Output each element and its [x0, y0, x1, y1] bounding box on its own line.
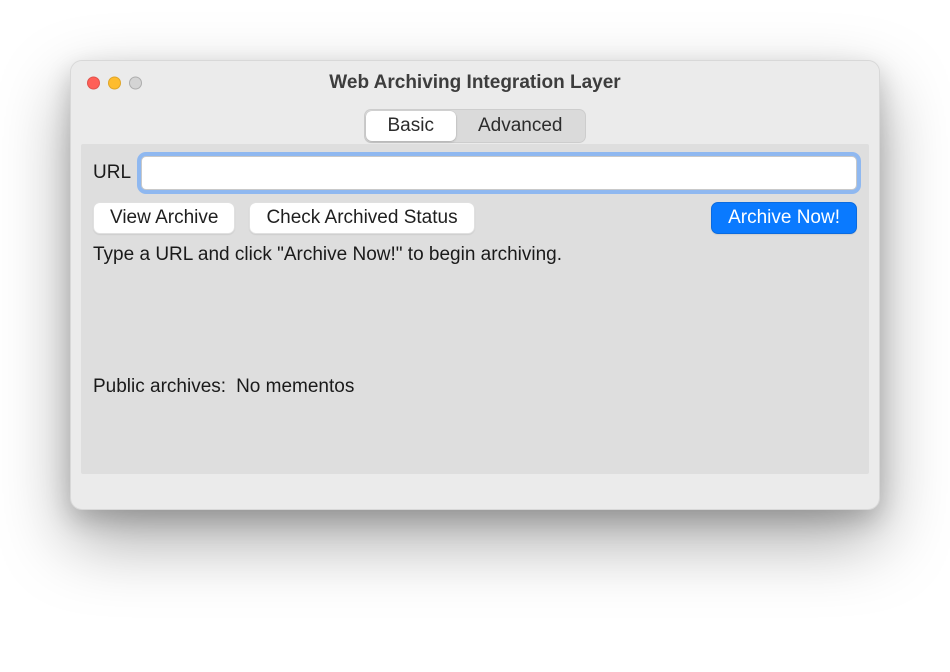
minimize-icon[interactable]	[108, 77, 121, 90]
public-archives-value: No mementos	[236, 376, 354, 398]
url-label: URL	[93, 162, 131, 184]
public-archives-row: Public archives: No mementos	[93, 376, 857, 398]
zoom-icon[interactable]	[129, 77, 142, 90]
url-row: URL	[93, 156, 857, 190]
button-row: View Archive Check Archived Status Archi…	[93, 202, 857, 234]
close-icon[interactable]	[87, 77, 100, 90]
app-window: Web Archiving Integration Layer Basic Ad…	[70, 60, 880, 510]
view-archive-button[interactable]: View Archive	[93, 202, 235, 234]
check-status-button[interactable]: Check Archived Status	[249, 202, 474, 234]
hint-text: Type a URL and click "Archive Now!" to b…	[93, 244, 857, 266]
tab-advanced[interactable]: Advanced	[456, 111, 585, 141]
segmented-control: Basic Advanced	[364, 109, 587, 143]
titlebar: Web Archiving Integration Layer	[71, 61, 879, 105]
traffic-lights	[71, 77, 142, 90]
window-title: Web Archiving Integration Layer	[71, 72, 879, 94]
tab-row: Basic Advanced	[81, 105, 869, 144]
url-input[interactable]	[141, 156, 857, 190]
basic-panel: URL View Archive Check Archived Status A…	[81, 144, 869, 474]
public-archives-label: Public archives:	[93, 376, 226, 398]
tab-basic[interactable]: Basic	[366, 111, 456, 141]
content-area: Basic Advanced URL View Archive Check Ar…	[71, 105, 879, 484]
archive-now-button[interactable]: Archive Now!	[711, 202, 857, 234]
